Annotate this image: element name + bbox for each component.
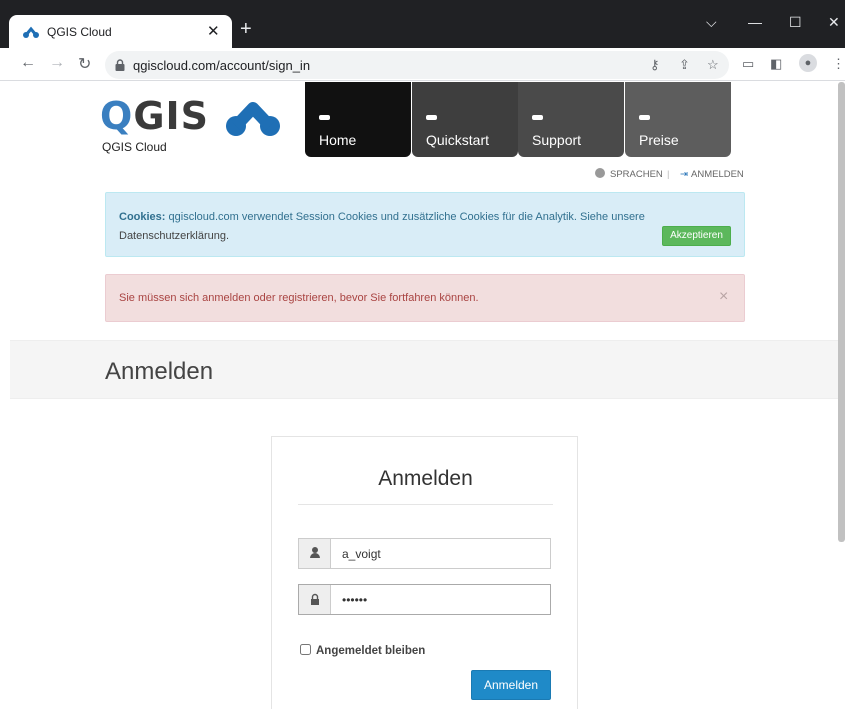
page-title-band: Anmelden	[10, 340, 840, 399]
nav-tab-preise[interactable]: Preise	[625, 82, 731, 157]
back-icon[interactable]: ←	[20, 54, 36, 72]
nav-tab-quickstart[interactable]: Quickstart	[412, 82, 518, 157]
language-link[interactable]: SPRACHEN	[610, 169, 663, 180]
nav-tab-marker	[532, 115, 543, 120]
header-separator: |	[667, 169, 670, 180]
tab-title: QGIS Cloud	[47, 25, 112, 39]
forward-icon[interactable]: →	[49, 54, 65, 72]
username-input[interactable]	[332, 539, 550, 568]
nav-tab-support[interactable]: Support	[518, 82, 624, 157]
bookmark-star-icon[interactable]: ☆	[707, 57, 719, 73]
browser-tab[interactable]: QGIS Cloud ✕	[9, 15, 232, 48]
url-text[interactable]: qgiscloud.com/account/sign_in	[133, 58, 310, 73]
page-content: QGIS QGIS Cloud Home Quickstart Support …	[0, 82, 845, 709]
logo-subtitle: QGIS Cloud	[102, 140, 167, 154]
nav-tab-home[interactable]: Home	[305, 82, 411, 157]
login-divider	[298, 504, 553, 505]
minimize-icon[interactable]: —	[748, 14, 762, 30]
cookie-bold-label: Cookies:	[119, 211, 166, 223]
maximize-icon[interactable]: ☐	[789, 14, 802, 31]
qgis-knot-logo-icon	[226, 102, 280, 136]
signin-link[interactable]: ANMELDEN	[691, 169, 744, 180]
page-scrollbar[interactable]	[838, 82, 845, 542]
nav-tab-label: Support	[532, 132, 582, 148]
logo-gis: GIS	[133, 94, 210, 138]
nav-tab-marker	[639, 115, 650, 120]
browser-toolbar: ← → ↻ qgiscloud.com/account/sign_in ⚷ ⇪ …	[0, 48, 845, 81]
page-title: Anmelden	[105, 358, 214, 385]
login-card: Anmelden Angemeldet bleiben A	[271, 436, 578, 709]
globe-icon[interactable]	[595, 168, 605, 178]
tab-close-icon[interactable]: ✕	[207, 22, 220, 40]
remember-me-checkbox[interactable]	[300, 644, 311, 655]
nav-tab-label: Quickstart	[426, 132, 490, 148]
cookie-text: Cookies: qgiscloud.com verwendet Session…	[119, 208, 719, 246]
nav-tab-label: Preise	[639, 132, 679, 148]
menu-kebab-icon[interactable]: ⋮	[832, 56, 845, 72]
lock-addon	[299, 585, 331, 614]
cookie-body: qgiscloud.com verwendet Session Cookies …	[165, 211, 645, 223]
cast-icon[interactable]: ▭	[742, 56, 754, 72]
logo-wordmark: QGIS	[100, 94, 209, 138]
nav-tab-marker	[426, 115, 437, 120]
alert-close-icon[interactable]: ×	[719, 288, 728, 306]
profile-avatar-icon[interactable]: ●	[799, 54, 817, 72]
login-title: Anmelden	[378, 467, 473, 490]
address-bar[interactable]: qgiscloud.com/account/sign_in ⚷ ⇪ ☆	[105, 51, 729, 79]
password-lock-icon	[311, 593, 319, 605]
accept-cookies-button[interactable]: Akzeptieren	[662, 226, 731, 246]
username-group	[298, 538, 551, 569]
signin-submit-button[interactable]: Anmelden	[471, 670, 551, 700]
signin-required-alert: Sie müssen sich anmelden oder registrier…	[105, 274, 745, 322]
share-icon[interactable]: ⇪	[679, 57, 690, 73]
qgis-cloud-favicon-icon	[23, 26, 39, 38]
lock-icon[interactable]	[115, 59, 125, 71]
remember-me-label: Angemeldet bleiben	[316, 645, 426, 657]
new-tab-icon[interactable]: +	[240, 19, 252, 39]
reload-icon[interactable]: ↻	[78, 54, 91, 74]
tab-search-chevron-icon[interactable]: ⌵	[706, 14, 717, 31]
cookie-notice: Cookies: qgiscloud.com verwendet Session…	[105, 192, 745, 257]
side-panel-icon[interactable]: ◧	[770, 56, 782, 72]
key-icon[interactable]: ⚷	[650, 57, 660, 73]
privacy-link[interactable]: Datenschutzerklärung	[119, 230, 226, 242]
nav-tab-marker	[319, 115, 330, 120]
password-group	[298, 584, 551, 615]
user-icon	[310, 547, 320, 558]
alert-text: Sie müssen sich anmelden oder registrier…	[119, 292, 479, 304]
remember-me[interactable]: Angemeldet bleiben	[300, 644, 425, 657]
logo-q: Q	[100, 94, 134, 138]
nav-tab-label: Home	[319, 132, 357, 148]
user-addon	[299, 539, 331, 568]
cookie-period: .	[226, 230, 230, 242]
sign-in-arrow-icon[interactable]: ⇥	[680, 169, 688, 180]
window-close-icon[interactable]: ✕	[828, 14, 840, 31]
browser-titlebar: QGIS Cloud ✕ + ⌵ — ☐ ✕	[0, 0, 845, 48]
password-input[interactable]	[332, 585, 550, 614]
